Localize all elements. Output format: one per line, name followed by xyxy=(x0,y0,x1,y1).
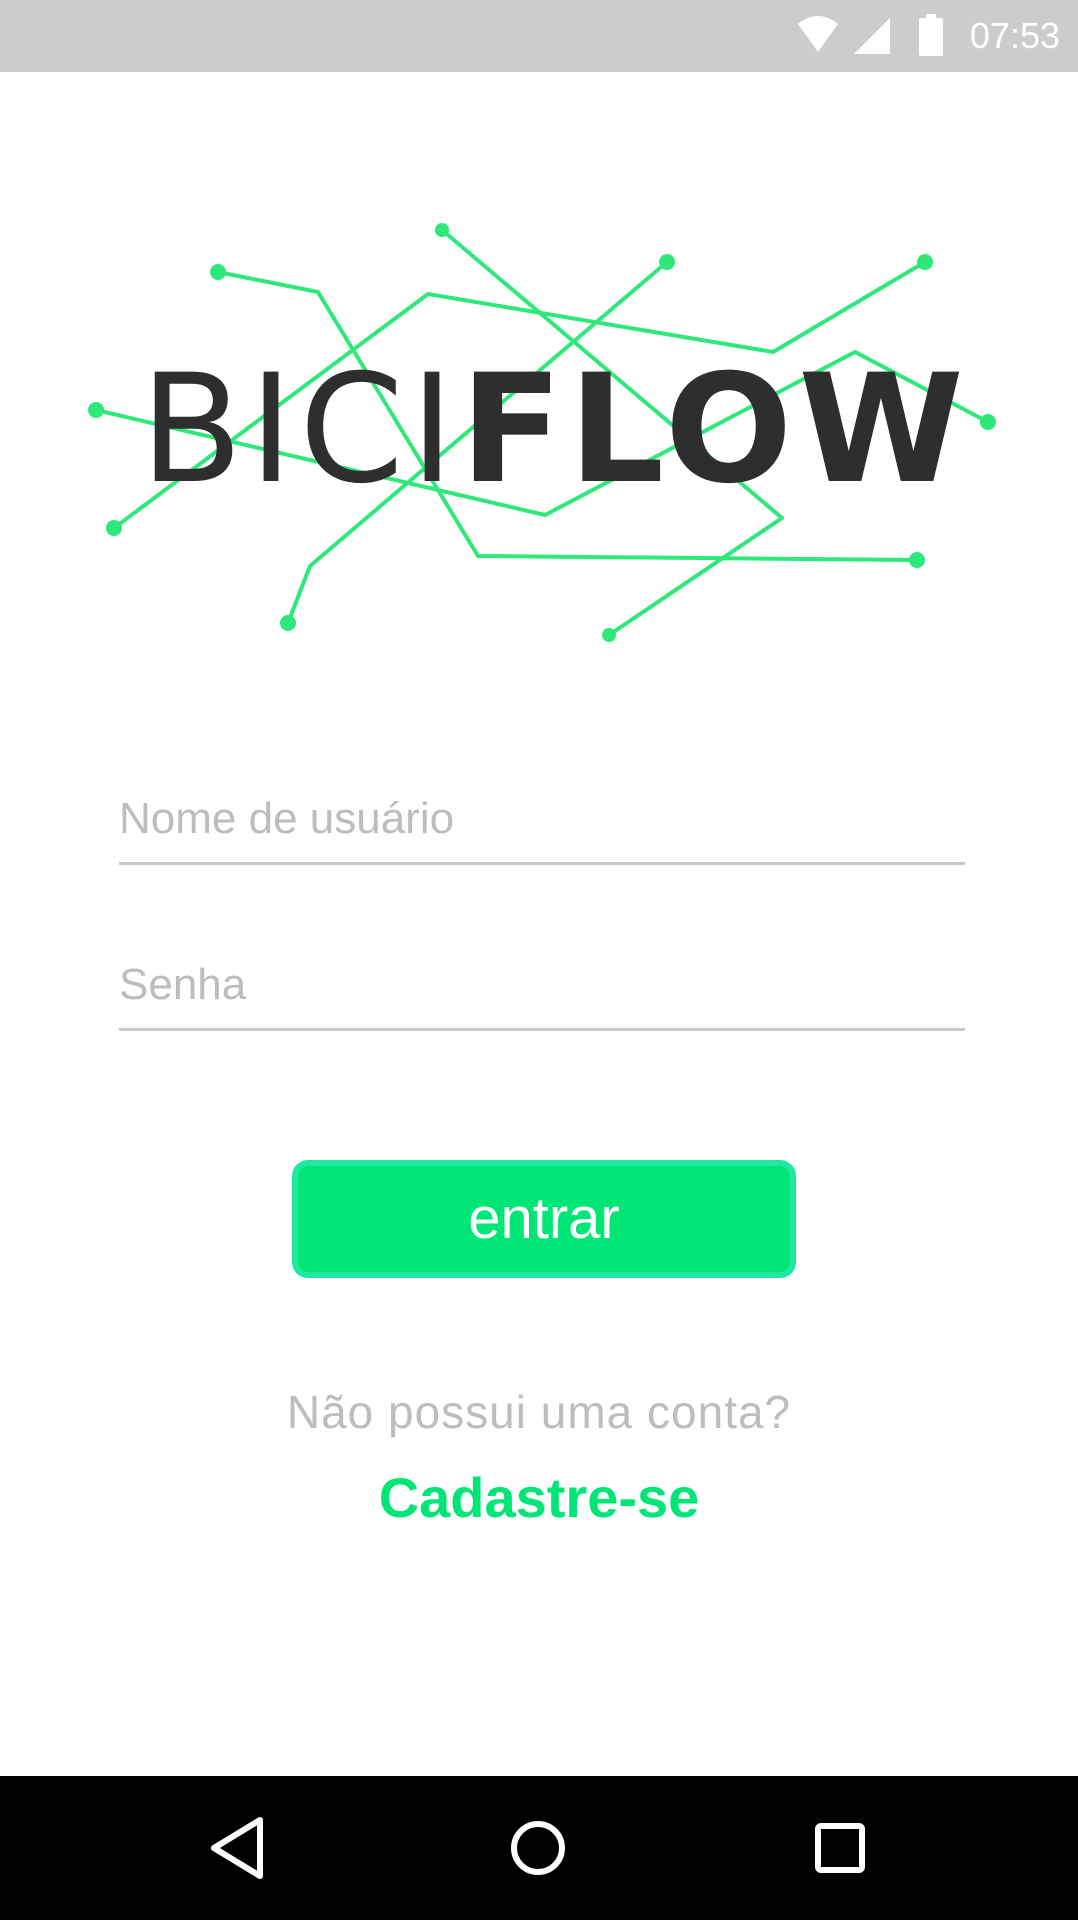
logo-text-light: BICI xyxy=(140,343,461,517)
navigation-bar xyxy=(0,1776,1078,1920)
status-time: 07:53 xyxy=(969,15,1060,56)
password-input[interactable] xyxy=(119,941,965,1031)
status-bar: 07:53 xyxy=(0,0,1078,72)
back-icon[interactable] xyxy=(198,1808,278,1888)
home-icon[interactable] xyxy=(498,1808,578,1888)
login-screen: 07:53 BICIFLOW entrar Não possui xyxy=(0,0,1078,1920)
wifi-icon xyxy=(796,14,840,63)
cell-signal-icon xyxy=(852,14,892,63)
app-logo-wordmark: BICIFLOW xyxy=(140,350,970,510)
no-account-prompt: Não possui uma conta? xyxy=(286,1386,792,1438)
signup-link[interactable]: Cadastre-se xyxy=(0,1465,1078,1530)
recents-icon[interactable] xyxy=(800,1808,880,1888)
battery-icon xyxy=(918,14,944,63)
login-button[interactable]: entrar xyxy=(292,1160,796,1278)
logo-text-bold: FLOW xyxy=(460,343,970,517)
username-input[interactable] xyxy=(119,775,965,865)
